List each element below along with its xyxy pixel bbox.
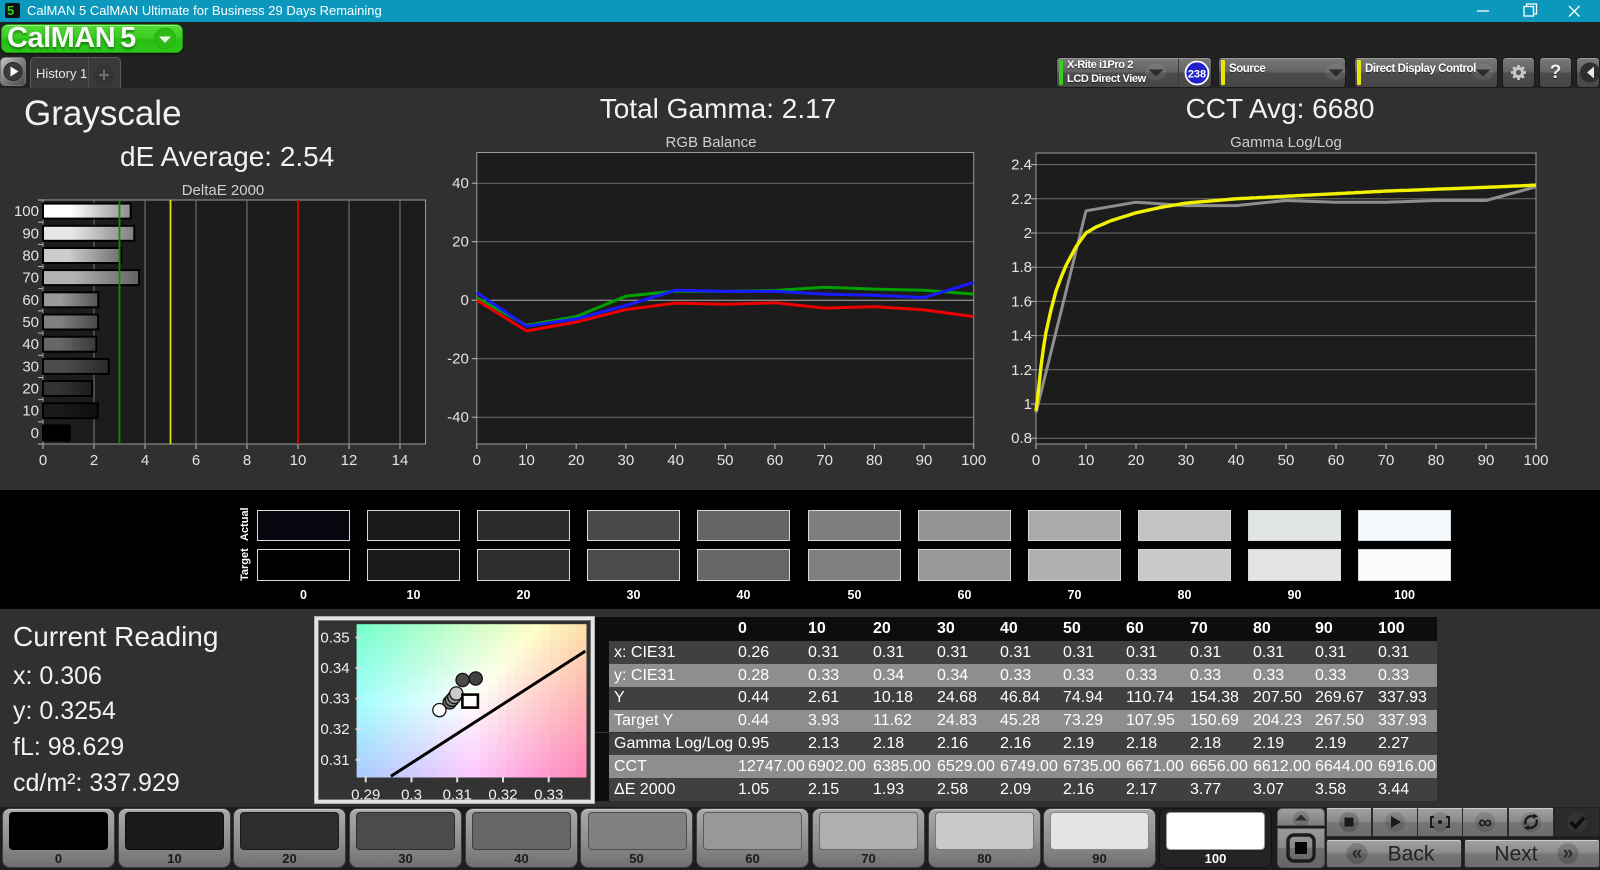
svg-text:100: 100 [961,452,986,469]
svg-text:238: 238 [1188,69,1206,81]
svg-text:0.33: 0.33 [320,691,349,708]
svg-text:0.32: 0.32 [488,786,517,803]
svg-text:20: 20 [22,381,39,398]
svg-text:0.3: 0.3 [401,786,422,803]
svg-text:10: 10 [290,452,307,469]
svg-text:60: 60 [22,292,39,309]
svg-text:40: 40 [667,452,684,469]
svg-text:30: 30 [1178,452,1195,469]
svg-text:80: 80 [866,452,883,469]
svg-text:20: 20 [568,452,585,469]
svg-text:60: 60 [1328,452,1345,469]
svg-text:2.4: 2.4 [1011,157,1032,174]
svg-text:50: 50 [1278,452,1295,469]
svg-text:2: 2 [90,452,98,469]
svg-text:40: 40 [452,175,469,192]
svg-text:0.31: 0.31 [443,786,472,803]
svg-text:0.29: 0.29 [351,786,380,803]
svg-text:4: 4 [141,452,149,469]
svg-text:1.6: 1.6 [1011,293,1032,310]
svg-text:0.8: 0.8 [1011,430,1032,447]
svg-text:1.4: 1.4 [1011,328,1032,345]
svg-text:90: 90 [22,225,39,242]
svg-text:2.2: 2.2 [1011,191,1032,208]
svg-text:0.35: 0.35 [320,629,349,646]
svg-text:50: 50 [22,314,39,331]
svg-text:80: 80 [22,248,39,265]
svg-text:-40: -40 [447,409,469,426]
svg-text:40: 40 [22,336,39,353]
svg-text:0.31: 0.31 [320,752,349,769]
svg-text:-20: -20 [447,351,469,368]
svg-text:30: 30 [22,358,39,375]
svg-text:70: 70 [22,270,39,287]
svg-text:6: 6 [192,452,200,469]
svg-text:40: 40 [1228,452,1245,469]
svg-text:90: 90 [1478,452,1495,469]
svg-text:∞: ∞ [1478,813,1492,834]
svg-text:14: 14 [392,452,409,469]
svg-text:1.2: 1.2 [1011,362,1032,379]
svg-text:50: 50 [717,452,734,469]
svg-text:Next: Next [1494,843,1537,866]
svg-text:80: 80 [1428,452,1445,469]
svg-text:0.32: 0.32 [320,721,349,738]
svg-text:»: » [1563,843,1574,864]
svg-text:20: 20 [1128,452,1145,469]
svg-text:12: 12 [341,452,358,469]
svg-text:0: 0 [1032,452,1040,469]
svg-text:1: 1 [1024,396,1032,413]
svg-text:0.34: 0.34 [320,660,349,677]
svg-text:10: 10 [1078,452,1095,469]
svg-text:30: 30 [618,452,635,469]
svg-text:70: 70 [1378,452,1395,469]
svg-text:2: 2 [1024,225,1032,242]
svg-text:0: 0 [39,452,47,469]
svg-text:0: 0 [473,452,481,469]
svg-text:0: 0 [31,425,39,442]
svg-text:0.33: 0.33 [534,786,563,803]
svg-text:1.8: 1.8 [1011,259,1032,276]
svg-text:10: 10 [22,403,39,420]
svg-text:100: 100 [1523,452,1548,469]
svg-text:«: « [1352,843,1363,864]
svg-text:0: 0 [460,292,468,309]
svg-text:100: 100 [14,203,39,220]
svg-text:70: 70 [816,452,833,469]
svg-text:60: 60 [767,452,784,469]
svg-text:10: 10 [518,452,535,469]
svg-text:20: 20 [452,234,469,251]
svg-text:Back: Back [1388,843,1435,866]
svg-text:90: 90 [916,452,933,469]
svg-text:8: 8 [243,452,251,469]
